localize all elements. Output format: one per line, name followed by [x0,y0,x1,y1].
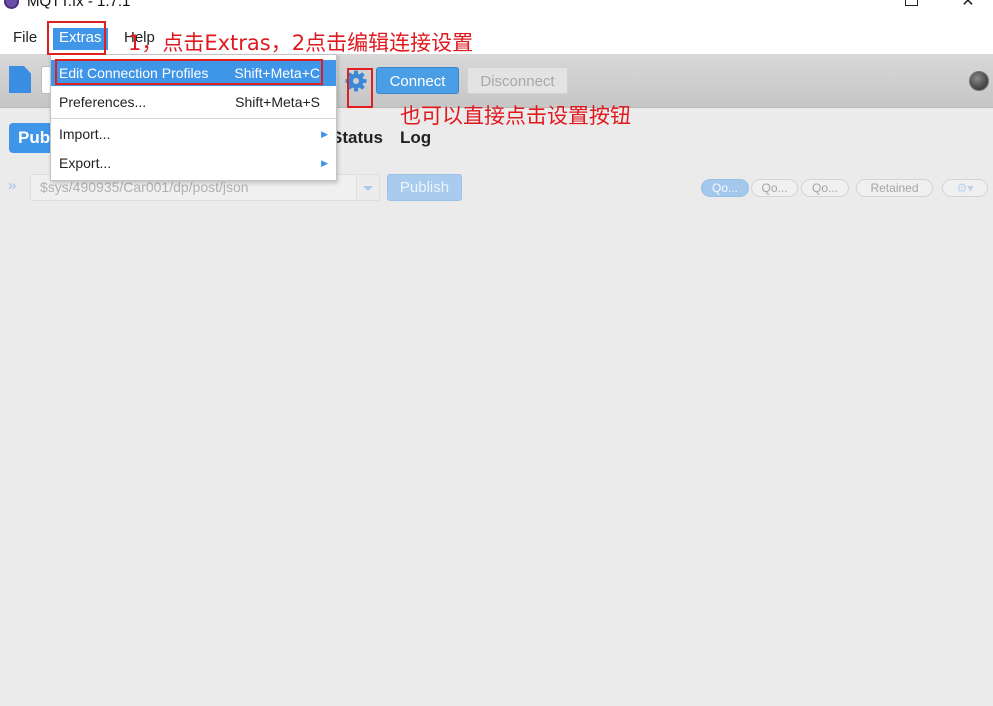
app-icon [4,0,19,9]
close-button[interactable]: ✕ [953,0,983,10]
annotation-box-edit-profiles [55,59,323,85]
window-title: MQTT.fx - 1.7.1 [27,0,131,10]
menu-file[interactable]: File [7,28,43,50]
maximize-button[interactable] [895,0,925,10]
annotation-step-note: 1，点击Extras，2点击编辑连接设置 [128,31,474,55]
menu-separator [51,118,336,119]
submenu-arrow-icon: ▶ [321,158,328,168]
tab-status[interactable]: Status [331,123,383,153]
tab-publish[interactable]: Pub [9,123,51,153]
annotation-gear-note: 也可以直接点击设置按钮 [400,104,631,128]
menu-item-import[interactable]: Import... ▶ [51,121,336,147]
menu-item-export[interactable]: Export... ▶ [51,150,336,176]
retained-toggle[interactable]: Retained [856,179,933,197]
double-chevron-icon[interactable]: » [8,177,16,194]
dropdown-arrow-icon[interactable] [357,174,380,201]
submenu-arrow-icon: ▶ [321,129,328,139]
minimize-button[interactable] [838,0,868,10]
menu-item-preferences[interactable]: Preferences... Shift+Meta+S [51,89,336,115]
publish-button[interactable]: Publish [387,174,462,201]
qos1-toggle[interactable]: Qo... [751,179,798,197]
qos2-toggle[interactable]: Qo... [801,179,849,197]
status-light-icon [969,71,989,91]
title-bar: MQTT.fx - 1.7.1 ✕ [0,0,993,22]
annotation-box-gear [347,68,373,108]
connect-button[interactable]: Connect [376,67,459,94]
disconnect-button[interactable]: Disconnect [467,67,568,94]
new-document-icon[interactable] [9,66,31,93]
annotation-box-extras [47,21,106,55]
options-gear-icon[interactable]: ⚙▾ [942,179,988,197]
qos0-toggle[interactable]: Qo... [701,179,749,197]
